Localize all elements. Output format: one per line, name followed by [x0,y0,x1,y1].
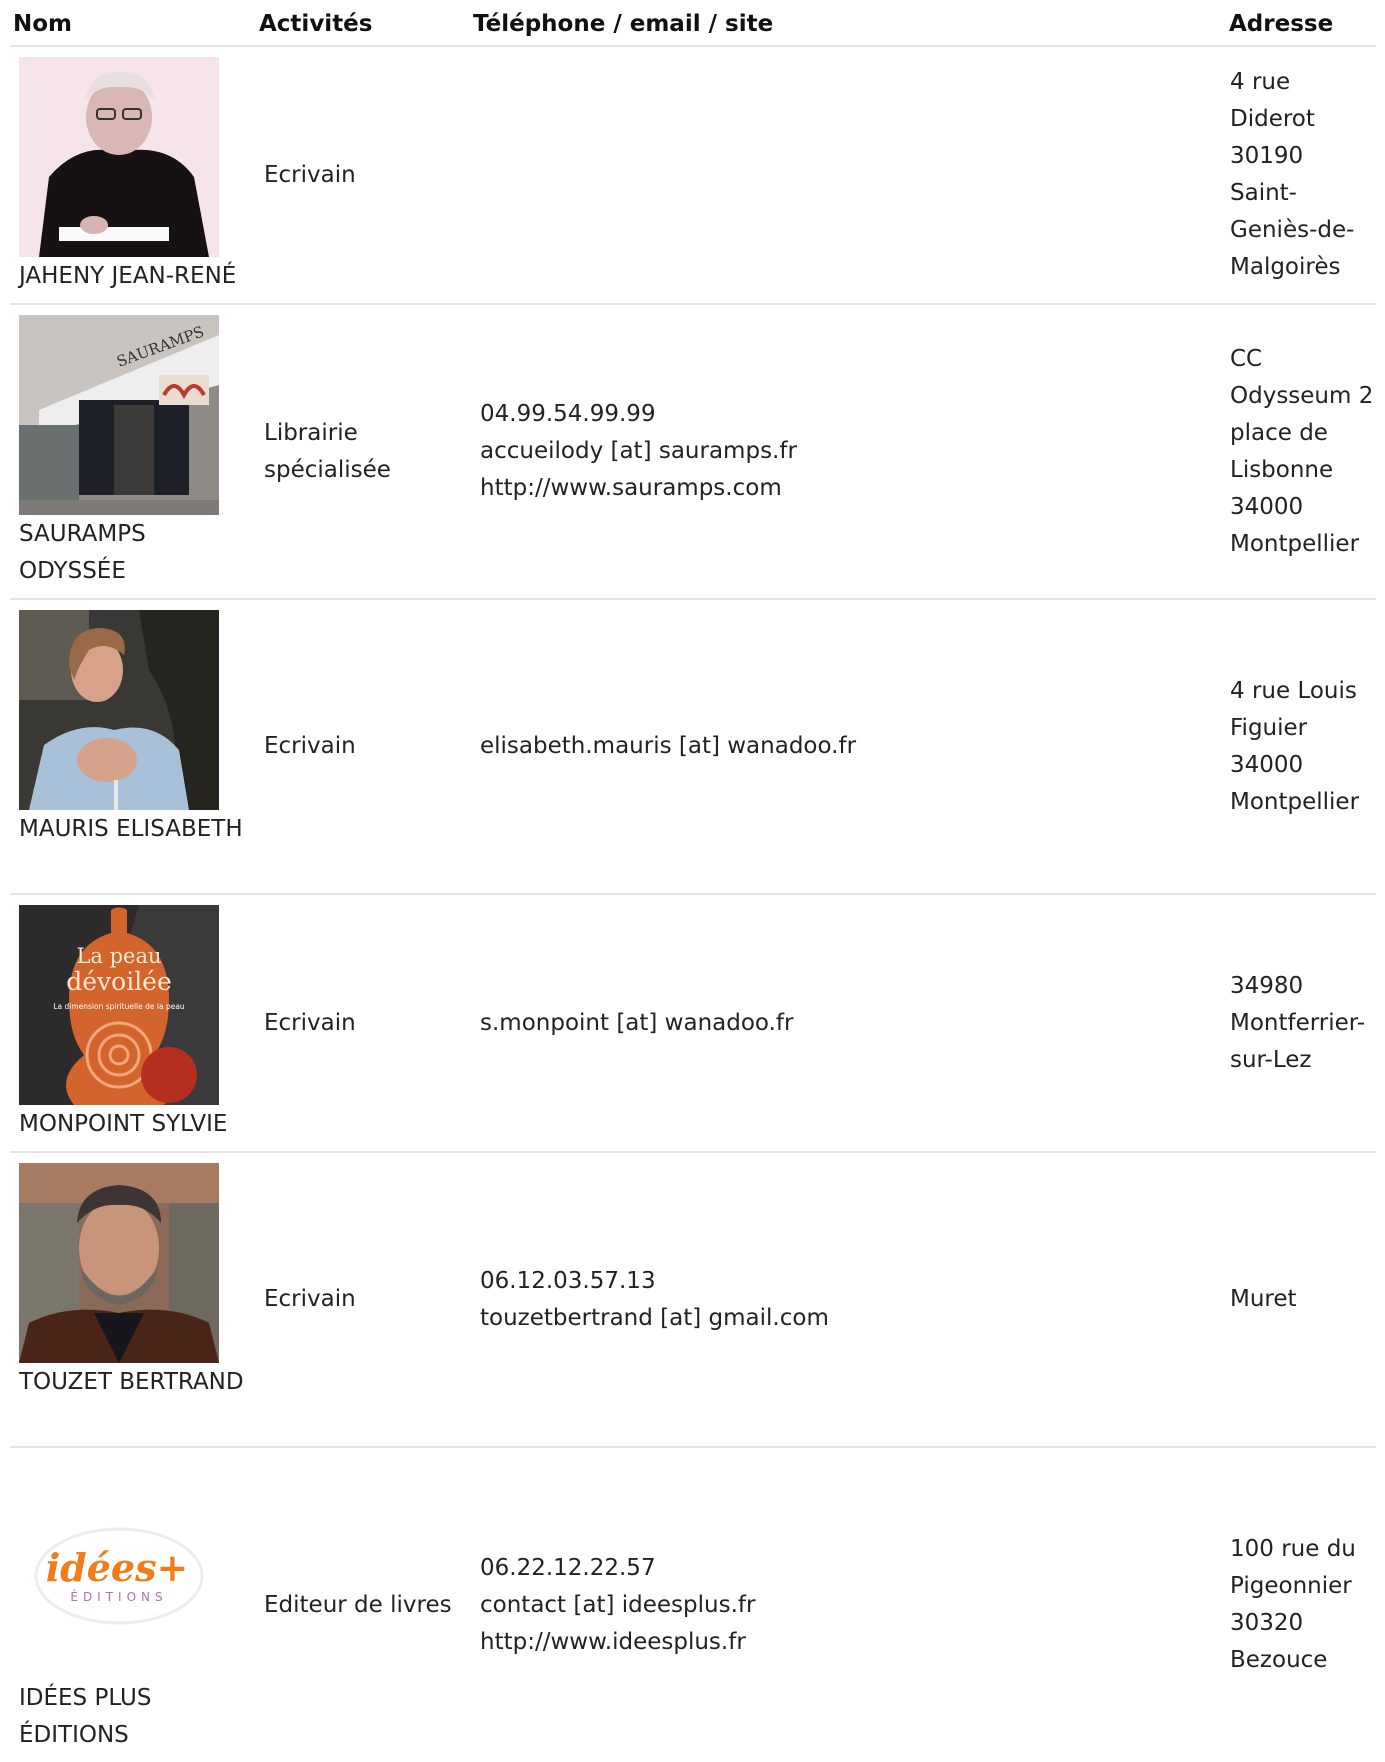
logo-word: idées+ [46,1545,189,1590]
book-cover[interactable]: La peau dévoilée La dimension spirituell… [19,905,219,1105]
contact-email[interactable]: s.monpoint [at] wanadoo.fr [480,1005,1202,1042]
contact-email[interactable]: accueilody [at] sauramps.fr [480,433,1202,470]
cell-nom: MAURIS ELISABETH [10,599,256,895]
contact-email[interactable]: contact [at] ideesplus.fr [480,1587,1202,1624]
table-row: MAURIS ELISABETH Ecrivain elisabeth.maur… [10,599,1376,895]
entry-name: SAURAMPS ODYSSÉE [19,521,146,584]
table-row: idées+ ÉDITIONS IDÉES PLUS ÉDITIONS Edit… [10,1447,1376,1762]
cell-contact: s.monpoint [at] wanadoo.fr [472,894,1202,1153]
contact-phone[interactable]: 04.99.54.99.99 [480,396,1202,433]
shop-photo[interactable]: SAURAMPS [19,315,219,515]
table-header-row: Nom Activités Téléphone / email / site A… [10,0,1376,47]
entry-name: TOUZET BERTRAND [19,1369,244,1395]
cell-address: Muret [1202,1152,1376,1448]
cell-address: 4 rue Louis Figuier 34000 Montpellier [1202,599,1376,895]
cell-contact: 06.12.03.57.13 touzetbertrand [at] gmail… [472,1152,1202,1448]
cell-activity: Ecrivain [256,46,472,305]
cell-activity: Librairie spécialisée [256,304,472,600]
header-contact[interactable]: Téléphone / email / site [472,0,1202,47]
publisher-logo[interactable]: idées+ ÉDITIONS [19,1476,219,1676]
cell-nom: TOUZET BERTRAND [10,1152,256,1448]
contact-phone[interactable]: 06.22.12.22.57 [480,1550,1202,1587]
entry-name: MONPOINT SYLVIE [19,1111,228,1137]
portrait-photo[interactable] [19,610,219,810]
cell-nom: SAURAMPS SAURAMPS ODYSSÉE [10,304,256,600]
cell-contact: 04.99.54.99.99 accueilody [at] sauramps.… [472,304,1202,600]
directory: Nom Activités Téléphone / email / site A… [10,0,1376,1762]
cell-address: CC Odysseum 2 place de Lisbonne 34000 Mo… [1202,304,1376,600]
contact-phone[interactable]: 06.12.03.57.13 [480,1263,1202,1300]
cell-contact [472,46,1202,305]
header-nom[interactable]: Nom [10,0,256,47]
portrait-photo[interactable] [19,57,219,257]
book-title-line-2: dévoilée [66,967,172,996]
portrait-photo[interactable] [19,1163,219,1363]
contact-website[interactable]: http://www.sauramps.com [480,470,1202,507]
cell-address: 4 rue Diderot 30190 Saint-Geniès-de-Malg… [1202,46,1376,305]
cell-address: 34980 Montferrier-sur-Lez [1202,894,1376,1153]
cell-nom: La peau dévoilée La dimension spirituell… [10,894,256,1153]
table-row: JAHENY JEAN-RENÉ Ecrivain 4 rue Diderot … [10,46,1376,305]
cell-nom: idées+ ÉDITIONS IDÉES PLUS ÉDITIONS [10,1447,256,1762]
ideesplus-logo-icon: idées+ ÉDITIONS [34,1527,204,1625]
cell-activity: Editeur de livres [264,1591,452,1618]
cell-contact: 06.22.12.22.57 contact [at] ideesplus.fr… [472,1447,1202,1762]
cell-activity: Ecrivain [256,894,472,1153]
table-row: TOUZET BERTRAND Ecrivain 06.12.03.57.13 … [10,1152,1376,1448]
contact-email[interactable]: touzetbertrand [at] gmail.com [480,1300,1202,1337]
cell-activity: Ecrivain [256,599,472,895]
contact-website[interactable]: http://www.ideesplus.fr [480,1624,1202,1661]
cell-activity: Ecrivain [256,1152,472,1448]
entry-name: IDÉES PLUS ÉDITIONS [19,1685,152,1748]
cell-address: 100 rue du Pigeonnier 30320 Bezouce [1230,1536,1356,1673]
entry-name: MAURIS ELISABETH [19,816,243,842]
header-adresse[interactable]: Adresse [1202,0,1376,47]
logo-subtext: ÉDITIONS [70,1589,167,1604]
header-activites[interactable]: Activités [256,0,472,47]
directory-table: Nom Activités Téléphone / email / site A… [10,0,1376,1762]
book-subtitle: La dimension spirituelle de la peau [53,1002,185,1011]
cell-nom: JAHENY JEAN-RENÉ [10,46,256,305]
table-row: La peau dévoilée La dimension spirituell… [10,894,1376,1153]
entry-name: JAHENY JEAN-RENÉ [19,263,237,289]
table-row: SAURAMPS SAURAMPS ODYSSÉE Librairie spéc… [10,304,1376,600]
cell-contact: elisabeth.mauris [at] wanadoo.fr [472,599,1202,895]
contact-email[interactable]: elisabeth.mauris [at] wanadoo.fr [480,728,1202,765]
book-title-line-1: La peau [76,944,161,968]
